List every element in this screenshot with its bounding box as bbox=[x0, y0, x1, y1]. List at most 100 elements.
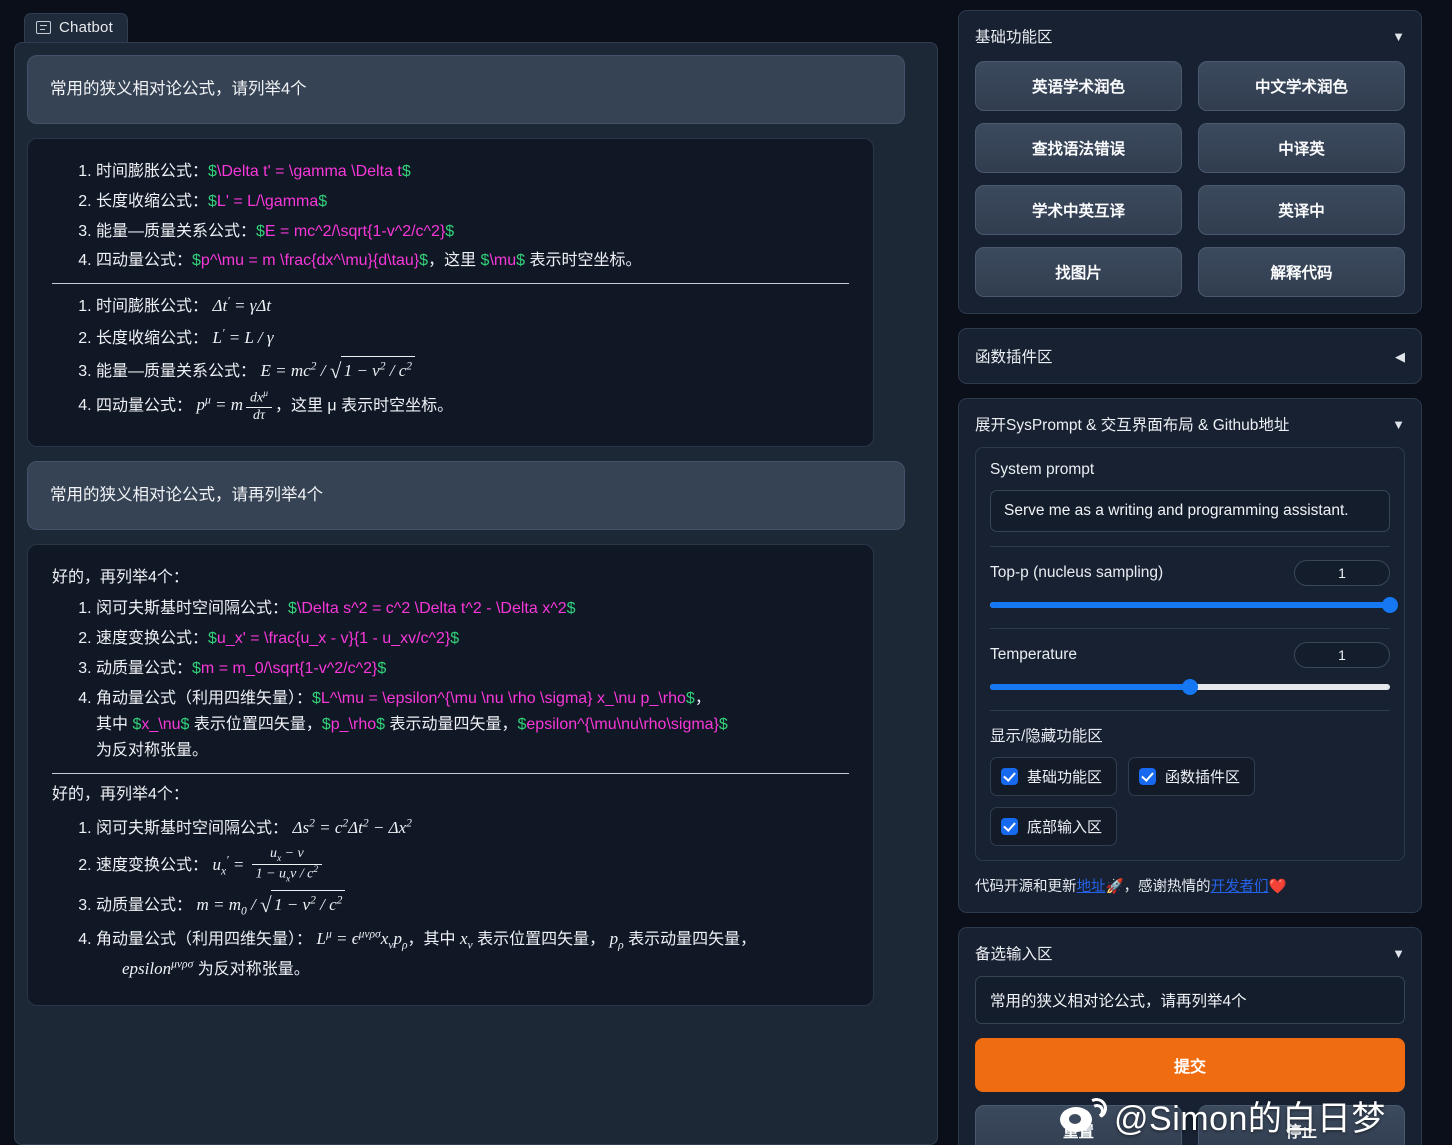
heart-icon: ❤️ bbox=[1268, 879, 1287, 895]
button-find-grammar-errors[interactable]: 查找语法错误 bbox=[975, 123, 1182, 173]
formula-note: 表示位置四矢量， bbox=[189, 716, 322, 734]
formula-note: 为反对称张量。 bbox=[197, 960, 310, 978]
formula-note: 为反对称张量。 bbox=[96, 741, 209, 759]
checkmark-icon bbox=[1001, 818, 1018, 835]
formula-label: 闵可夫斯基时空间隔公式： bbox=[96, 600, 289, 618]
rocket-icon: 🚀 bbox=[1105, 879, 1124, 895]
formula-label: 速度变换公式： bbox=[96, 630, 209, 648]
tab-chatbot-label: Chatbot bbox=[59, 19, 113, 36]
temperature-slider-knob[interactable] bbox=[1182, 679, 1198, 695]
repo-link[interactable]: 地址 bbox=[1077, 879, 1106, 895]
list-item: 动质量公式： m = m0 / 1 − v2 / c2 bbox=[96, 888, 849, 922]
plugin-function-header[interactable]: 函数插件区 ◀ bbox=[975, 345, 1405, 367]
message-text: 常用的狭义相对论公式，请再列举4个 bbox=[50, 485, 324, 504]
bot-intro-rendered: 好的，再列举4个： bbox=[52, 785, 189, 803]
formula-note-line: epsilonμνρσ 为反对称张量。 bbox=[96, 955, 849, 983]
formula-label: 四动量公式： bbox=[96, 397, 193, 415]
formula-label: 动质量公式： bbox=[96, 660, 193, 678]
chat-window-icon bbox=[36, 21, 51, 34]
chevron-down-icon[interactable]: ▼ bbox=[1392, 30, 1405, 43]
action-button-row: 重置 停止 bbox=[975, 1105, 1405, 1145]
checkbox-basic-area[interactable]: 基础功能区 bbox=[990, 757, 1118, 796]
basic-function-title: 基础功能区 bbox=[975, 29, 1053, 46]
button-academic-bidirectional-translate[interactable]: 学术中英互译 bbox=[975, 185, 1182, 235]
formula-label: 角动量公式（利用四维矢量）： bbox=[96, 690, 313, 708]
chevron-down-icon[interactable]: ▼ bbox=[1392, 947, 1405, 960]
topp-label: Top-p (nucleus sampling) bbox=[990, 564, 1164, 581]
message-bot-1: 时间膨胀公式：$\Delta t' = \gamma \Delta t$ 长度收… bbox=[27, 137, 874, 447]
formula-label: 能量—质量关系公式： bbox=[96, 222, 257, 240]
math-expression: Δt′ = γΔt bbox=[212, 294, 272, 316]
button-find-image[interactable]: 找图片 bbox=[975, 247, 1182, 297]
temperature-header: Temperature 1 bbox=[990, 642, 1390, 668]
submit-button[interactable]: 提交 bbox=[975, 1038, 1405, 1092]
list-item: 闵可夫斯基时空间隔公式：$\Delta s^2 = c^2 \Delta t^2… bbox=[96, 596, 849, 622]
formula-note: 其中 bbox=[96, 716, 133, 734]
stop-button[interactable]: 停止 bbox=[1198, 1105, 1405, 1145]
topp-slider-knob[interactable] bbox=[1382, 597, 1398, 613]
sysprompt-header[interactable]: 展开SysPrompt & 交互界面布局 & Github地址 ▼ bbox=[975, 413, 1405, 435]
formula-label: 能量—质量关系公式： bbox=[96, 363, 257, 381]
formula-note: 表示动量四矢量， bbox=[628, 930, 757, 948]
temperature-row: Temperature 1 bbox=[990, 628, 1390, 696]
chevron-down-icon[interactable]: ▼ bbox=[1392, 418, 1405, 431]
topp-row: Top-p (nucleus sampling) 1 bbox=[990, 546, 1398, 614]
message-text: 常用的狭义相对论公式，请列举4个 bbox=[50, 80, 307, 98]
basic-function-header[interactable]: 基础功能区 ▼ bbox=[975, 25, 1405, 47]
math-expression: Δs2 = c2Δt2 − Δx2 bbox=[292, 816, 412, 837]
math-expression: Lμ = ϵμνρσxνpρ bbox=[316, 927, 408, 952]
formula-tail: ，这里 μ 表示时空坐标。 bbox=[274, 397, 454, 415]
formula-label: 闵可夫斯基时空间隔公式： bbox=[96, 819, 289, 837]
visibility-row: 显示/隐藏功能区 基础功能区 函数插件区 底部输入区 bbox=[990, 710, 1390, 846]
list-item: 长度收缩公式：$L' = L/\gamma$ bbox=[96, 189, 849, 215]
control-column: 基础功能区 ▼ 英语学术润色 中文学术润色 查找语法错误 中译英 学术中英互译 … bbox=[958, 0, 1438, 1145]
visibility-checkbox-group: 基础功能区 函数插件区 底部输入区 bbox=[990, 757, 1390, 846]
sysprompt-title: 展开SysPrompt & 交互界面布局 & Github地址 bbox=[975, 417, 1290, 434]
topp-slider[interactable] bbox=[990, 596, 1398, 614]
list-item: 角动量公式（利用四维矢量）： Lμ = ϵμνρσxνpρ，其中 xν 表示位置… bbox=[96, 925, 849, 983]
button-chinese-to-english[interactable]: 中译英 bbox=[1198, 123, 1405, 173]
temperature-label: Temperature bbox=[990, 646, 1078, 663]
system-prompt-input[interactable]: Serve me as a writing and programming as… bbox=[990, 490, 1390, 532]
developers-link[interactable]: 开发者们 bbox=[1211, 879, 1269, 895]
chatbot-wrapper: Chatbot 常用的狭义相对论公式，请列举4个 时间膨胀公式：$\Delta … bbox=[6, 10, 944, 1145]
temperature-slider[interactable] bbox=[990, 678, 1390, 696]
chat-panel[interactable]: 常用的狭义相对论公式，请列举4个 时间膨胀公式：$\Delta t' = \ga… bbox=[14, 42, 938, 1145]
checkbox-plugin-area[interactable]: 函数插件区 bbox=[1128, 757, 1256, 796]
app-root: Chatbot 常用的狭义相对论公式，请列举4个 时间膨胀公式：$\Delta … bbox=[0, 0, 1452, 1145]
credit-line: 代码开源和更新地址🚀，感谢热情的开发者们❤️ bbox=[975, 875, 1405, 896]
math-expression: pμ = m dxμ dτ bbox=[196, 389, 274, 423]
list-item: 能量—质量关系公式： E = mc2 / 1 − v2 / c2 bbox=[96, 354, 849, 388]
checkmark-icon bbox=[1001, 768, 1018, 785]
formula-label: 速度变换公式： bbox=[96, 856, 209, 874]
button-english-polish[interactable]: 英语学术润色 bbox=[975, 61, 1182, 111]
alt-input-header[interactable]: 备选输入区 ▼ bbox=[975, 942, 1405, 964]
alt-input-field[interactable]: 常用的狭义相对论公式，请再列举4个 bbox=[975, 976, 1405, 1024]
button-english-to-chinese[interactable]: 英译中 bbox=[1198, 185, 1405, 235]
formula-label: 时间膨胀公式： bbox=[96, 162, 209, 180]
raw-formula-list-2: 闵可夫斯基时空间隔公式：$\Delta s^2 = c^2 \Delta t^2… bbox=[52, 596, 849, 763]
button-chinese-polish[interactable]: 中文学术润色 bbox=[1198, 61, 1405, 111]
basic-function-panel: 基础功能区 ▼ 英语学术润色 中文学术润色 查找语法错误 中译英 学术中英互译 … bbox=[958, 10, 1422, 314]
button-explain-code[interactable]: 解释代码 bbox=[1198, 247, 1405, 297]
list-item: 时间膨胀公式： Δt′ = γΔt bbox=[96, 292, 849, 320]
checkbox-label: 底部输入区 bbox=[1027, 819, 1103, 836]
sysprompt-settings-box: System prompt Serve me as a writing and … bbox=[975, 447, 1405, 861]
message-user-2: 常用的狭义相对论公式，请再列举4个 bbox=[27, 460, 905, 530]
alt-input-title: 备选输入区 bbox=[975, 946, 1053, 963]
message-bot-2: 好的，再列举4个： 闵可夫斯基时空间隔公式：$\Delta s^2 = c^2 … bbox=[27, 543, 874, 1006]
divider bbox=[52, 283, 849, 285]
temperature-value-input[interactable]: 1 bbox=[1294, 642, 1390, 668]
chevron-left-icon[interactable]: ◀ bbox=[1395, 350, 1405, 363]
tab-chatbot[interactable]: Chatbot bbox=[24, 13, 128, 42]
raw-formula-list-1: 时间膨胀公式：$\Delta t' = \gamma \Delta t$ 长度收… bbox=[52, 159, 849, 275]
reset-button[interactable]: 重置 bbox=[975, 1105, 1182, 1145]
divider bbox=[52, 772, 849, 774]
checkbox-bottom-input-area[interactable]: 底部输入区 bbox=[990, 807, 1118, 846]
list-item: 长度收缩公式： L′ = L / γ bbox=[96, 324, 849, 352]
math-expression: m = m0 / 1 − v2 / c2 bbox=[196, 888, 346, 922]
credit-middle: ，感谢热情的 bbox=[1123, 879, 1211, 895]
topp-value-input[interactable]: 1 bbox=[1294, 560, 1390, 586]
math-symbol: pρ bbox=[609, 928, 624, 952]
math-expression: ux′ = ux − v1 − uxv / c2 bbox=[212, 846, 325, 885]
